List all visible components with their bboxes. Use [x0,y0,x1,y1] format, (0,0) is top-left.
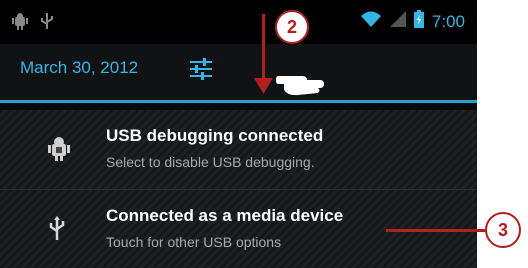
settings-sliders-icon[interactable] [188,56,214,87]
callout-step-2: 2 [275,10,309,44]
notification-usb-debugging[interactable]: USB debugging connected Select to disabl… [0,110,477,190]
battery-icon [413,10,424,33]
notification-title: Connected as a media device [106,206,344,225]
usb-icon [40,12,54,35]
notification-shade: 7:00 March 30, 2012 USB debugging connec… [0,0,477,268]
usb-icon [48,216,66,247]
callout-step-3: 3 [485,212,521,248]
callout-3-leader-line [386,229,477,232]
android-debug-icon [12,12,28,35]
shade-header: March 30, 2012 [0,44,477,100]
wifi-icon [360,10,382,33]
status-clock: 7:00 [431,11,465,31]
swipe-arrow-head-icon [254,78,273,94]
signal-icon [389,10,406,33]
android-debug-icon [48,136,70,167]
swipe-arrow-line [262,14,265,84]
notification-subtitle: Touch for other USB options [106,234,282,250]
status-right-icons: 7:00 [360,10,465,33]
notification-subtitle: Select to disable USB debugging. [106,154,315,170]
status-left-icons [12,12,54,35]
notification-title: USB debugging connected [106,126,324,145]
header-divider [0,100,477,103]
swipe-down-hand-icon [276,62,326,103]
date-label: March 30, 2012 [20,58,139,77]
status-bar: 7:00 [0,0,477,44]
